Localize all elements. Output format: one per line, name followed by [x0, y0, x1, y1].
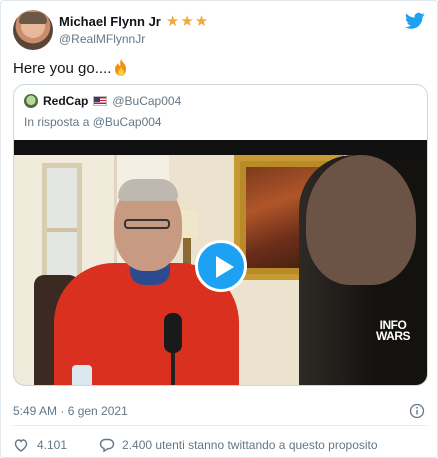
quoted-handle[interactable]: @BuCap004	[112, 94, 181, 108]
author-name-row: Michael Flynn Jr ★ ★ ★	[59, 14, 208, 29]
video-watermark: INFO WARS	[371, 319, 415, 343]
like-count[interactable]: 4.101	[37, 438, 67, 452]
thumb-person-hair	[118, 179, 178, 201]
author-display-name[interactable]: Michael Flynn Jr	[59, 14, 161, 29]
action-bar: 4.101 2.400 utenti stanno twittando a qu…	[13, 437, 378, 453]
tweet-body: Here you go....	[13, 59, 129, 77]
avatar-hair	[19, 12, 47, 24]
twitter-bird-icon[interactable]	[405, 12, 425, 30]
tweet-card: Michael Flynn Jr ★ ★ ★ @RealMFlynnJr Her…	[0, 0, 438, 458]
star-icon: ★	[180, 13, 194, 30]
quoted-header: RedCap @BuCap004	[24, 94, 181, 108]
thumb-water-bottle	[72, 365, 92, 385]
heart-icon[interactable]	[13, 437, 29, 453]
fire-icon	[115, 59, 127, 76]
tweet-timestamp[interactable]: 5:49 AM · 6 gen 2021	[13, 404, 128, 418]
quoted-display-name[interactable]: RedCap	[43, 94, 88, 108]
thumb-window-bar	[47, 228, 77, 232]
play-button[interactable]	[195, 240, 247, 292]
video-player[interactable]: INFO WARS	[14, 140, 427, 385]
play-icon	[216, 256, 234, 278]
thumb-host-head	[306, 155, 416, 285]
action-divider	[13, 425, 427, 426]
star-icon: ★	[165, 13, 180, 30]
talking-about-link[interactable]: 2.400 utenti stanno twittando a questo p…	[122, 438, 378, 452]
us-flag-icon	[93, 96, 108, 106]
author-handle[interactable]: @RealMFlynnJr	[59, 32, 145, 46]
thumb-person-glasses	[124, 219, 170, 229]
star-badges: ★ ★ ★	[166, 14, 208, 29]
quoted-tweet[interactable]: RedCap @BuCap004 In risposta a @BuCap004	[13, 84, 428, 386]
quoted-avatar[interactable]	[24, 94, 38, 108]
flag-canton	[94, 97, 101, 102]
watermark-line-2: WARS	[376, 329, 411, 343]
speech-bubble-icon[interactable]	[99, 437, 115, 453]
author-avatar[interactable]	[13, 10, 53, 50]
star-icon: ★	[194, 13, 209, 30]
tweet-text: Here you go....	[13, 59, 112, 77]
info-icon[interactable]	[409, 403, 425, 419]
quoted-reply-context: In risposta a @BuCap004	[24, 115, 162, 129]
thumb-microphone	[164, 313, 182, 353]
thumb-mic-stand	[171, 353, 175, 385]
